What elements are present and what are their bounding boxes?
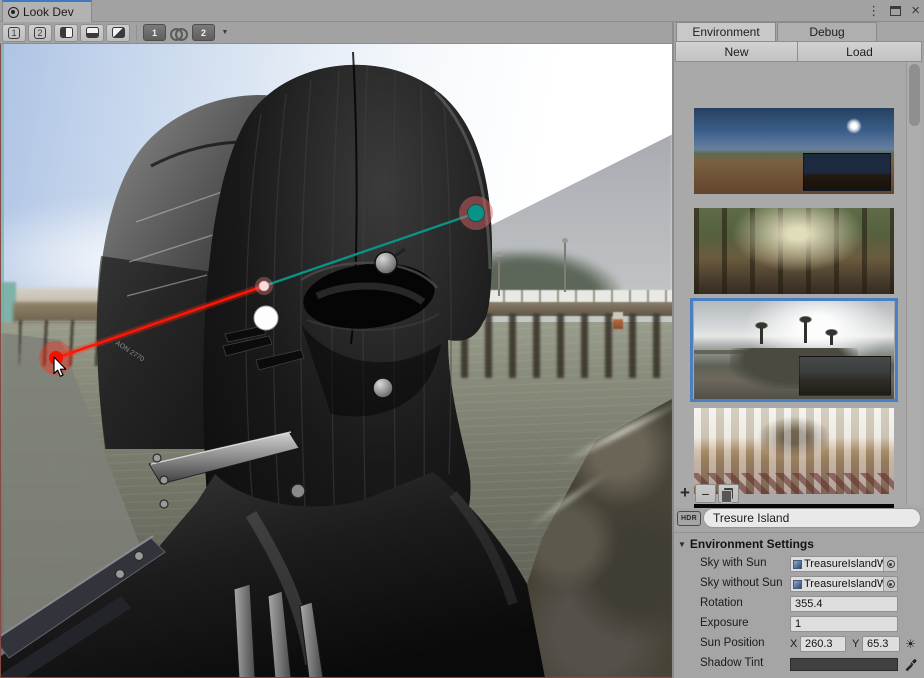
scrollbar-thumb[interactable]	[909, 64, 920, 126]
object-picker-button[interactable]	[883, 557, 897, 571]
eyedropper-icon[interactable]	[903, 657, 918, 672]
white-marker-dot	[254, 306, 278, 330]
environment-panel: Environment Debug New Load + − HDR	[674, 22, 924, 678]
object-picker-icon	[887, 560, 895, 568]
env-thumbnail-church-interior[interactable]	[694, 408, 894, 494]
camera-dropdown-button[interactable]: ▼	[217, 24, 233, 42]
layout-single1-button[interactable]: 1	[2, 24, 26, 42]
env-thumbnail-sunny-plain[interactable]	[694, 108, 894, 194]
sun-position-x-field[interactable]: 260.3	[800, 636, 846, 652]
sun-handle[interactable]	[468, 205, 485, 222]
duplicate-environment-button[interactable]	[718, 484, 739, 503]
sun-glow	[846, 118, 862, 134]
new-button[interactable]: New	[675, 41, 798, 62]
rotation-field[interactable]: 355.4	[790, 596, 898, 612]
lookdev-viewport[interactable]: AON 2770	[0, 44, 672, 678]
env-list-scrollbar[interactable]	[906, 62, 921, 505]
shadow-inset	[799, 356, 891, 396]
y-axis-label: Y	[852, 638, 859, 650]
object-picker-icon	[887, 580, 895, 588]
load-button[interactable]: Load	[797, 41, 922, 62]
sun-position-label: Sun Position	[700, 637, 765, 649]
sky-without-sun-label: Sky without Sun	[700, 577, 782, 589]
exposure-field[interactable]: 1	[790, 616, 898, 632]
layout-split-zone-button[interactable]	[106, 24, 130, 42]
layout-single2-button[interactable]: 2	[28, 24, 52, 42]
environment-settings-header[interactable]: ▼ Environment Settings	[678, 537, 814, 551]
shadow-tint-label: Shadow Tint	[700, 657, 763, 669]
palm-tree	[804, 321, 807, 343]
cubemap-asset-icon	[793, 560, 802, 569]
rotation-label: Rotation	[700, 597, 743, 609]
env-thumbnail-redwood-forest[interactable]	[694, 208, 894, 294]
sky-without-sun-field[interactable]: TreasureIslandWh	[790, 576, 898, 592]
foldout-arrow-icon[interactable]: ▼	[678, 540, 686, 549]
sun-position-y-field[interactable]: 65.3	[862, 636, 900, 652]
shadow-tint-swatch[interactable]	[790, 658, 898, 671]
environment-list	[674, 62, 924, 508]
remove-environment-button[interactable]: −	[695, 484, 716, 503]
gizmo-anchor-dot	[259, 281, 269, 291]
x-axis-label: X	[790, 638, 797, 650]
camera-1-button[interactable]: 1	[143, 24, 166, 41]
tab-environment[interactable]: Environment	[676, 22, 776, 41]
sky-with-sun-field[interactable]: TreasureIslandWh	[790, 556, 898, 572]
exposure-label: Exposure	[700, 617, 749, 629]
environment-settings-section: ▼ Environment Settings Sky with Sun Trea…	[674, 532, 924, 678]
sky-with-sun-label: Sky with Sun	[700, 557, 766, 569]
add-environment-button[interactable]: +	[677, 483, 693, 503]
env-thumbnail-treasure-island[interactable]	[694, 301, 894, 399]
title-bar: Look Dev ⋮ ×	[0, 0, 924, 22]
lookdev-window-tab[interactable]: Look Dev	[2, 0, 92, 22]
environment-name-field[interactable]: Tresure Island	[703, 508, 921, 528]
window-menu-icon[interactable]: ⋮	[867, 2, 880, 20]
layout-split-vertical-button[interactable]	[54, 24, 78, 42]
close-icon[interactable]: ×	[911, 2, 920, 20]
maximize-icon[interactable]	[890, 6, 901, 16]
duplicate-icon	[724, 488, 733, 499]
cubemap-asset-icon	[793, 580, 802, 589]
link-cameras-icon[interactable]	[170, 28, 188, 38]
split-zone-icon	[112, 27, 125, 38]
hdr-badge: HDR	[677, 511, 701, 526]
camera-2-button[interactable]: 2	[192, 24, 215, 41]
layout-split-horizontal-button[interactable]	[80, 24, 104, 42]
tab-debug[interactable]: Debug	[777, 22, 877, 41]
palm-tree	[760, 327, 763, 344]
shadow-inset	[803, 153, 891, 191]
object-picker-button[interactable]	[883, 577, 897, 591]
character-model: AON 2770	[1, 44, 672, 678]
lookdev-eye-icon	[8, 7, 19, 18]
split-horizontal-icon	[86, 27, 99, 38]
toolbar-separator	[136, 25, 137, 41]
sun-pick-button[interactable]: ☀	[902, 636, 919, 652]
split-vertical-icon	[60, 27, 73, 38]
palm-tree	[830, 334, 833, 345]
window-title: Look Dev	[23, 5, 74, 19]
